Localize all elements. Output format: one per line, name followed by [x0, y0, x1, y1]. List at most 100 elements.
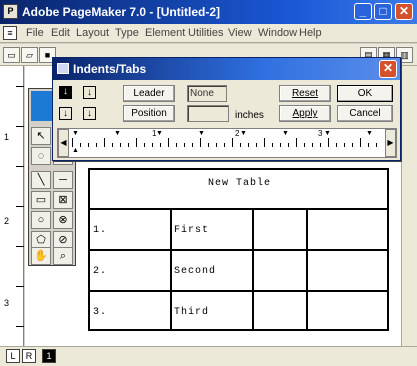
pagemaker-app-icon[interactable]: P — [3, 4, 18, 19]
ruler-tick — [144, 143, 145, 147]
menu-element[interactable]: Element — [145, 27, 185, 39]
tab-stop-icon[interactable]: ▼ — [282, 130, 289, 137]
tab-stop-icon[interactable]: ▼ — [240, 130, 247, 137]
position-button[interactable]: Position — [123, 105, 175, 122]
menu-window[interactable]: Window — [258, 27, 297, 39]
dialog-title: Indents/Tabs — [73, 62, 147, 76]
menu-layout[interactable]: Layout — [76, 27, 109, 39]
menu-help[interactable]: Help — [299, 27, 322, 39]
ruler-tick — [16, 86, 24, 87]
ruler-tick — [16, 326, 24, 327]
dialog-close-button[interactable]: ✕ — [379, 60, 397, 78]
ruler-tick — [352, 143, 353, 147]
ruler-tick — [200, 138, 201, 147]
color-palette-strip[interactable] — [31, 91, 53, 121]
ruler-scroll-left-icon[interactable]: ◀ — [58, 129, 69, 157]
left-master-page-icon[interactable]: L — [6, 349, 20, 363]
ruler-tick — [216, 143, 217, 147]
menu-view[interactable]: View — [228, 27, 252, 39]
position-field[interactable] — [187, 105, 229, 122]
units-label: inches — [235, 110, 264, 121]
rotate-tool-icon[interactable]: ◌ — [31, 147, 51, 165]
center-tab-icon[interactable]: ↓ — [59, 107, 72, 120]
ruler-tick — [232, 138, 233, 147]
table-row-divider — [90, 249, 387, 251]
minimize-button[interactable]: _ — [354, 3, 372, 20]
ellipse-frame-tool-icon[interactable]: ⊗ — [53, 211, 73, 229]
page-1-icon[interactable]: 1 — [42, 349, 56, 363]
ruler-tick — [288, 143, 289, 147]
ruler-scroll-right-icon[interactable]: ▶ — [385, 129, 396, 157]
right-tab-icon[interactable]: ↓ — [83, 86, 96, 99]
tab-stop-icon[interactable]: ▼ — [198, 130, 205, 137]
hand-tool-icon[interactable]: ✋ — [31, 247, 51, 265]
new-table[interactable]: New Table 1. First 2. Second 3. Third — [88, 168, 389, 331]
line-tool-icon[interactable]: ╲ — [31, 171, 51, 189]
ruler-tick — [224, 143, 225, 147]
ruler-tick — [280, 143, 281, 147]
ruler-tick — [376, 143, 377, 147]
left-indent-marker-icon[interactable]: ▲ — [72, 147, 79, 154]
ruler-tick — [296, 138, 297, 147]
ruler-tick — [96, 143, 97, 147]
ruler-tick — [136, 138, 137, 147]
ruler-tick — [192, 143, 193, 147]
open-button[interactable]: ▱ — [21, 47, 38, 63]
constrained-line-tool-icon[interactable]: ─ — [53, 171, 73, 189]
maximize-button[interactable]: □ — [374, 3, 392, 20]
ruler-tick — [168, 138, 169, 147]
ruler-tick — [112, 143, 113, 147]
row-text: Second — [174, 266, 217, 277]
tab-ruler[interactable]: ◀ ▶ ▼ ▲ ▼ ▼ ▼ ▼ ▼ ▼ ▼ 1 2 3 — [57, 128, 397, 158]
leader-field[interactable]: None — [187, 85, 227, 102]
reset-button[interactable]: Reset — [279, 85, 331, 102]
rectangle-frame-tool-icon[interactable]: ⊠ — [53, 191, 73, 209]
row-number: 2. — [93, 266, 108, 277]
document-menu-icon[interactable]: ≡ — [3, 26, 17, 40]
leader-button[interactable]: Leader — [123, 85, 175, 102]
menu-utilities[interactable]: Utilities — [188, 27, 223, 39]
zoom-tool-icon[interactable]: ⌕ — [53, 247, 73, 265]
table-column-divider — [306, 210, 308, 329]
vertical-scrollbar[interactable] — [401, 66, 417, 346]
ruler-tick — [328, 138, 329, 147]
ellipse-tool-icon[interactable]: ○ — [31, 211, 51, 229]
page-bar: L R 1 — [0, 346, 417, 366]
ruler-tick — [304, 143, 305, 147]
ruler-tick — [16, 246, 24, 247]
ruler-tick — [80, 143, 81, 147]
tab-stop-icon[interactable]: ▼ — [366, 130, 373, 137]
ruler-tick — [320, 143, 321, 147]
ruler-tick — [16, 166, 24, 167]
first-line-indent-marker-icon[interactable]: ▼ — [72, 130, 79, 137]
ruler-tick — [72, 138, 73, 147]
menu-edit[interactable]: Edit — [51, 27, 70, 39]
pointer-tool-icon[interactable]: ↖ — [31, 127, 51, 145]
tab-stop-icon[interactable]: ▼ — [324, 130, 331, 137]
decimal-tab-icon[interactable]: ↓ — [83, 107, 96, 120]
tab-stop-icon[interactable]: ▼ — [114, 130, 121, 137]
menu-file[interactable]: File — [26, 27, 44, 39]
ruler-tick — [176, 143, 177, 147]
ruler-tick — [336, 143, 337, 147]
ruler-tick — [368, 143, 369, 147]
new-document-button[interactable]: ▭ — [3, 47, 20, 63]
apply-button[interactable]: Apply — [279, 105, 331, 122]
right-master-page-icon[interactable]: R — [22, 349, 36, 363]
tab-stop-icon[interactable]: ▼ — [156, 130, 163, 137]
close-button[interactable]: ✕ — [395, 3, 413, 20]
row-number: 1. — [93, 225, 108, 236]
ruler-tick — [16, 206, 24, 207]
vertical-ruler[interactable]: 1 2 3 — [0, 66, 24, 346]
left-tab-icon[interactable]: ↓ — [59, 86, 72, 99]
ruler-label: 3 — [318, 129, 323, 138]
menu-type[interactable]: Type — [115, 27, 139, 39]
new-icon: ▭ — [7, 50, 16, 60]
ok-button[interactable]: OK — [337, 85, 393, 102]
menu-bar: ≡ File Edit Layout Type Element Utilitie… — [0, 24, 417, 43]
ruler-tick — [248, 143, 249, 147]
rectangle-tool-icon[interactable]: ▭ — [31, 191, 51, 209]
window-title: Adobe PageMaker 7.0 - [Untitled-2] — [22, 5, 221, 19]
ruler-tick — [104, 138, 105, 147]
cancel-button[interactable]: Cancel — [337, 105, 393, 122]
